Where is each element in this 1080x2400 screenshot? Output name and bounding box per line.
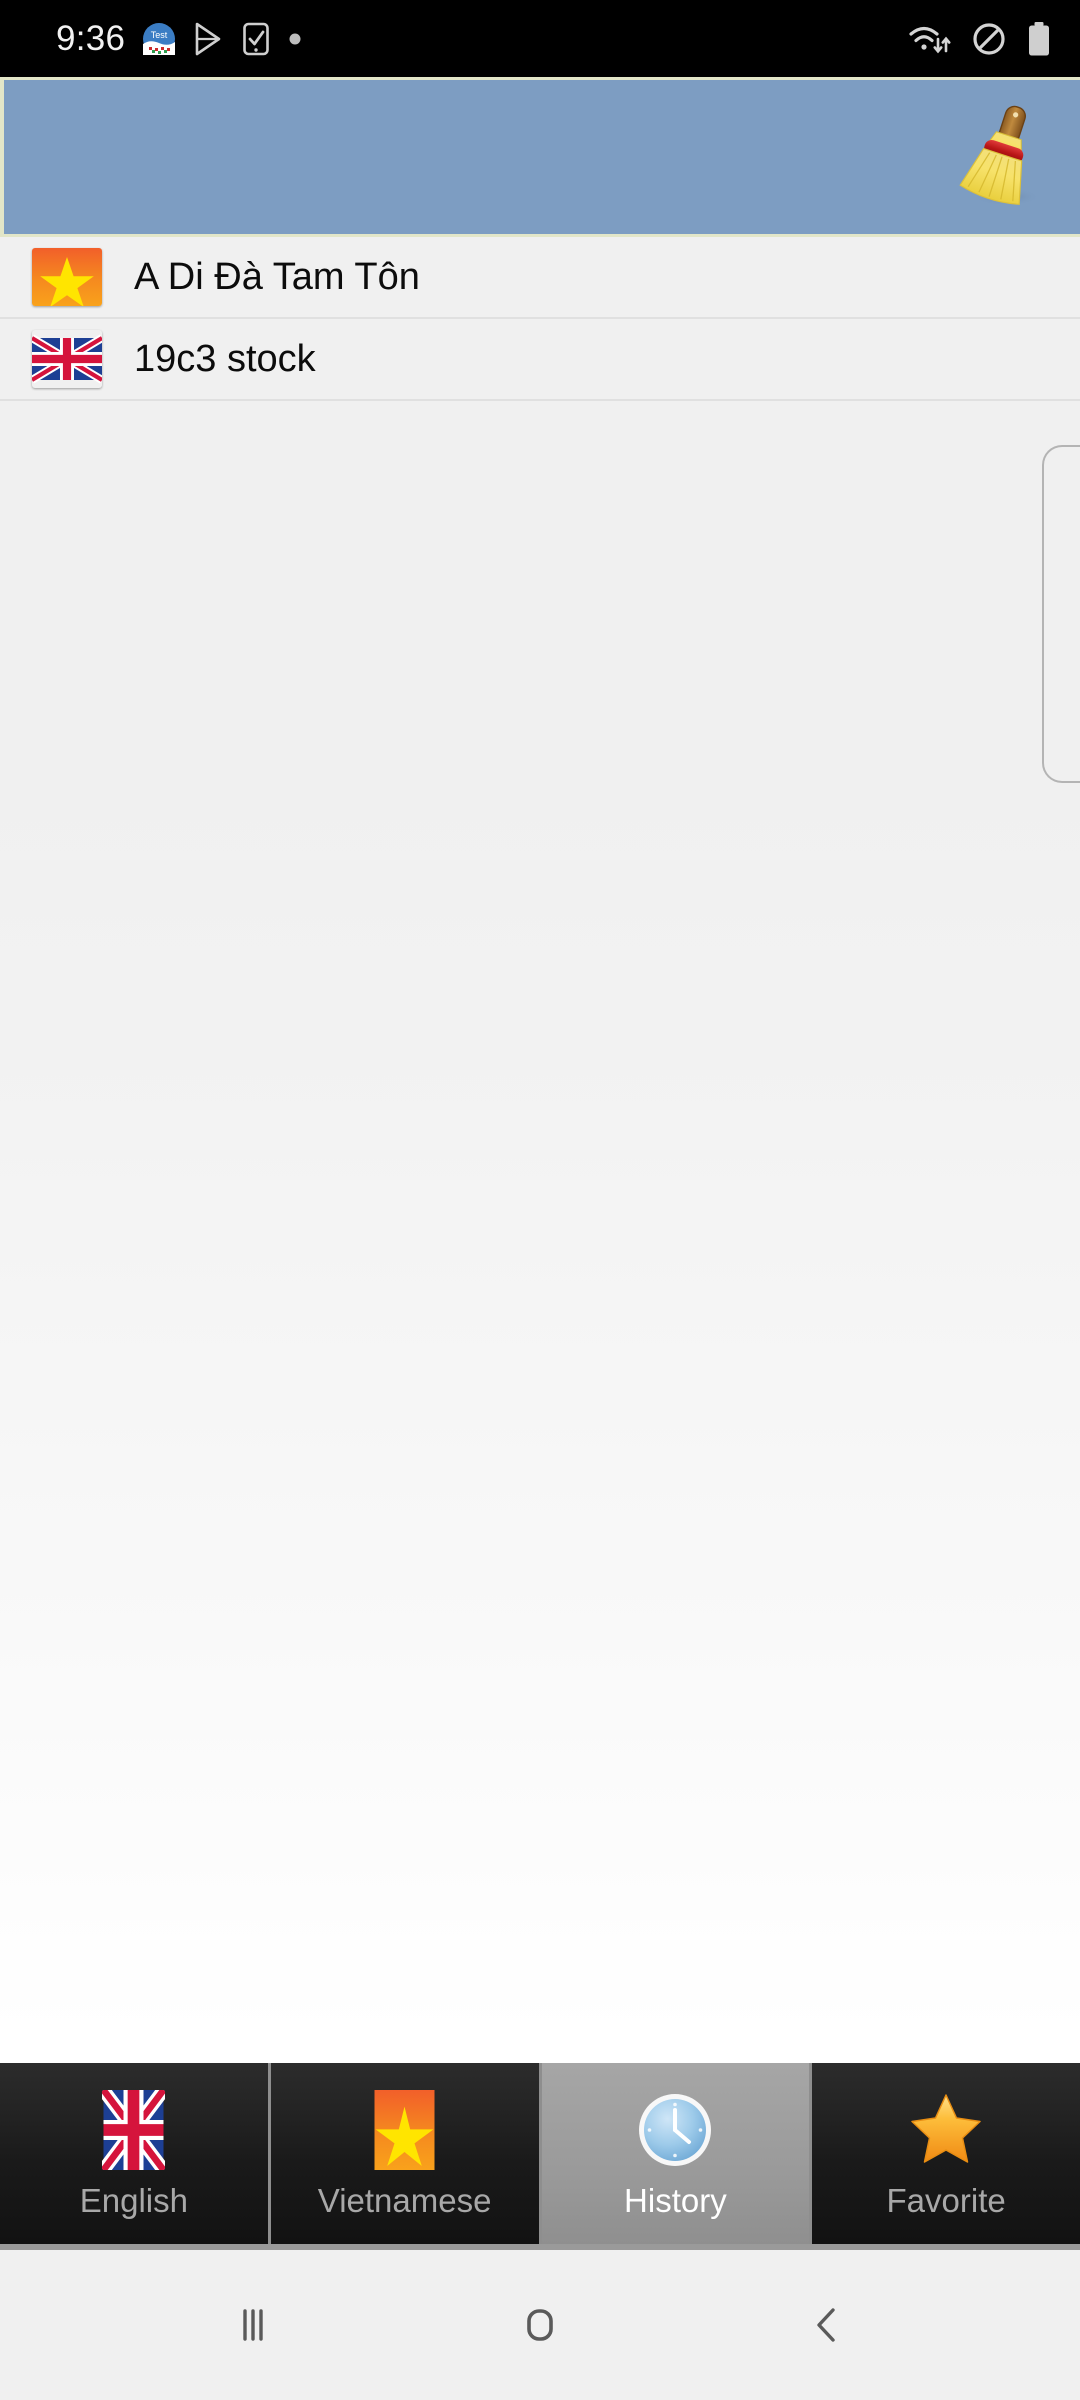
list-item-label: A Di Đà Tam Tôn xyxy=(134,256,420,298)
broom-icon xyxy=(959,105,1041,206)
do-not-disturb-icon xyxy=(972,22,1006,56)
list-item[interactable]: A Di Đà Tam Tôn xyxy=(0,237,1080,319)
uk-flag-icon xyxy=(32,330,102,388)
wifi-transfer-icon xyxy=(908,22,952,56)
svg-text:Test: Test xyxy=(151,30,168,40)
tab-history[interactable]: History xyxy=(541,2063,813,2244)
tab-label: History xyxy=(624,2182,727,2219)
back-icon xyxy=(816,2308,835,2342)
uk-flag-icon xyxy=(102,2090,166,2170)
play-store-icon xyxy=(193,22,225,56)
app-screen: 9:36 Test A Di Đà Tam Tôn 19c3 stock Eng… xyxy=(0,0,1080,2400)
star-icon xyxy=(906,2090,986,2170)
phone-check-icon xyxy=(242,22,270,56)
notification-dot-icon xyxy=(287,31,303,47)
tab-label: Vietnamese xyxy=(317,2182,492,2219)
app-header-bar xyxy=(0,77,1080,237)
android-navigation-bar xyxy=(0,2250,1080,2400)
vietnam-flag-icon xyxy=(373,2090,436,2170)
status-bar-clock: 9:36 xyxy=(56,19,126,58)
tab-favorite[interactable]: Favorite xyxy=(812,2063,1080,2244)
history-list[interactable]: A Di Đà Tam Tôn 19c3 stock xyxy=(0,237,1080,2063)
tab-label: Favorite xyxy=(886,2182,1006,2219)
tab-english[interactable]: English xyxy=(0,2063,271,2244)
list-scrollbar[interactable] xyxy=(1042,445,1080,783)
status-bar: 9:36 Test xyxy=(0,0,1080,77)
recents-button[interactable] xyxy=(198,2270,308,2380)
battery-icon xyxy=(1026,21,1052,57)
status-bar-right-group xyxy=(908,21,1052,57)
home-icon xyxy=(527,2309,553,2341)
recents-icon xyxy=(243,2309,264,2341)
clear-history-button[interactable] xyxy=(948,98,1058,216)
bottom-tab-bar: English Vietnamese History Favorite xyxy=(0,2063,1080,2250)
list-item-label: 19c3 stock xyxy=(134,338,316,380)
tab-vietnamese[interactable]: Vietnamese xyxy=(270,2063,542,2244)
tab-label: English xyxy=(79,2182,188,2219)
vietnam-flag-icon xyxy=(32,248,102,306)
test-app-icon: Test xyxy=(142,22,176,56)
status-bar-left-group: 9:36 Test xyxy=(56,21,303,56)
clock-icon xyxy=(635,2090,715,2170)
home-button[interactable] xyxy=(485,2270,595,2380)
back-button[interactable] xyxy=(772,2270,882,2380)
list-item[interactable]: 19c3 stock xyxy=(0,319,1080,401)
